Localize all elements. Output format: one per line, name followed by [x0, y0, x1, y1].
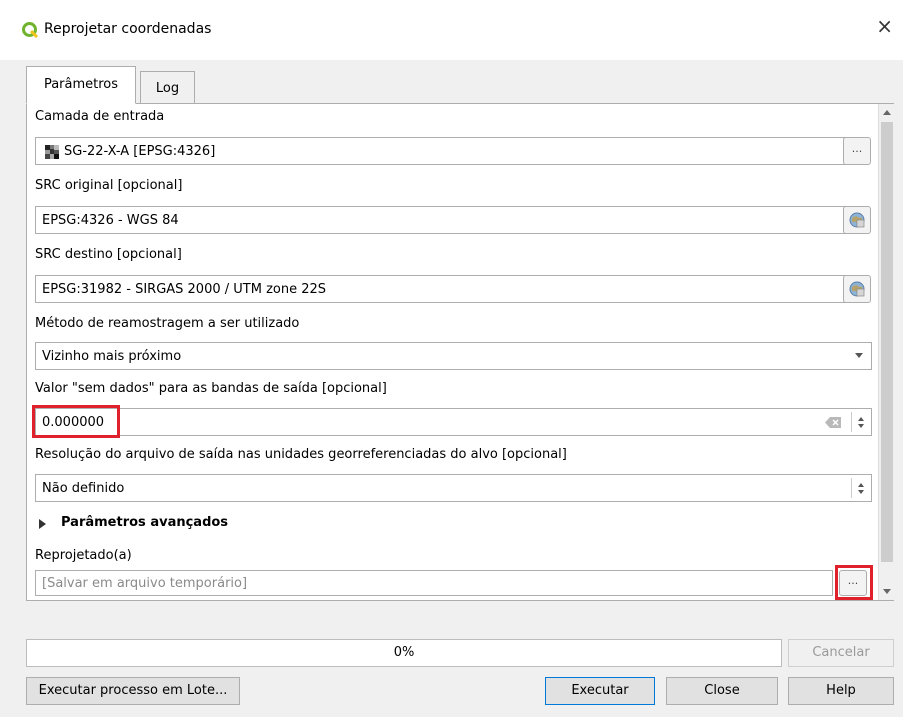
input-layer-browse-button[interactable]: ... [843, 137, 871, 165]
spin-up-icon[interactable] [858, 483, 864, 487]
scroll-down-icon[interactable] [883, 589, 891, 594]
target-crs-label: SRC destino [opcional] [35, 247, 182, 262]
source-crs-combo[interactable]: EPSG:4326 - WGS 84 [35, 206, 868, 234]
qgis-logo-icon [22, 22, 38, 38]
parameters-panel: Camada de entrada SG-22-X-A [EPSG:4326] … [26, 103, 894, 601]
raster-layer-icon [45, 145, 59, 159]
source-crs-value: EPSG:4326 - WGS 84 [42, 213, 179, 228]
source-crs-select-button[interactable] [843, 206, 871, 234]
spinbox-divider [851, 478, 852, 498]
panel-scrollbar[interactable] [878, 104, 894, 600]
close-button[interactable]: Close [666, 677, 778, 705]
tab-log[interactable]: Log [140, 71, 195, 104]
resampling-value: Vizinho mais próximo [42, 349, 182, 364]
globe-icon [849, 281, 865, 297]
scroll-up-icon[interactable] [883, 110, 891, 115]
resampling-label: Método de reamostragem a ser utilizado [35, 316, 300, 331]
chevron-down-icon [855, 353, 863, 358]
nodata-spinbox[interactable]: 0.000000 [35, 408, 872, 436]
close-icon[interactable]: × [876, 16, 893, 36]
window-title: Reprojetar coordenadas [44, 21, 212, 37]
input-layer-combo[interactable]: SG-22-X-A [EPSG:4326] [35, 137, 868, 165]
globe-icon [849, 212, 865, 228]
expand-arrow-icon [39, 519, 46, 529]
output-placeholder: [Salvar em arquivo temporário] [42, 576, 248, 591]
input-layer-value: SG-22-X-A [EPSG:4326] [64, 144, 216, 159]
target-crs-select-button[interactable] [843, 275, 871, 303]
highlight-box-nodata [32, 405, 120, 438]
output-label: Reprojetado(a) [35, 548, 132, 563]
target-crs-combo[interactable]: EPSG:31982 - SIRGAS 2000 / UTM zone 22S [35, 275, 868, 303]
resampling-combo[interactable]: Vizinho mais próximo [35, 342, 872, 370]
tab-parametros[interactable]: Parâmetros [26, 66, 136, 104]
run-button[interactable]: Executar [545, 677, 655, 705]
help-button[interactable]: Help [788, 677, 894, 705]
title-bar: Reprojetar coordenadas × [0, 0, 903, 60]
resolution-label: Resolução do arquivo de saída nas unidad… [35, 447, 567, 462]
spin-down-icon[interactable] [858, 490, 864, 494]
spin-down-icon[interactable] [858, 424, 864, 428]
progress-bar: 0% [26, 639, 782, 667]
cancel-button[interactable]: Cancelar [788, 639, 894, 667]
output-file-field[interactable]: [Salvar em arquivo temporário] [35, 570, 833, 596]
input-layer-label: Camada de entrada [35, 109, 165, 124]
spinbox-divider [851, 412, 852, 432]
scroll-thumb[interactable] [881, 122, 893, 562]
spin-up-icon[interactable] [858, 417, 864, 421]
source-crs-label: SRC original [opcional] [35, 178, 183, 193]
resolution-value: Não definido [42, 481, 125, 496]
target-crs-value: EPSG:31982 - SIRGAS 2000 / UTM zone 22S [42, 282, 327, 297]
clear-icon[interactable] [825, 417, 841, 428]
resolution-spinbox[interactable]: Não definido [35, 474, 872, 502]
progress-text: 0% [393, 645, 415, 660]
advanced-parameters-label: Parâmetros avançados [61, 515, 229, 530]
batch-process-button[interactable]: Executar processo em Lote... [26, 677, 240, 705]
highlight-box-output-button [835, 565, 873, 600]
nodata-label: Valor "sem dados" para as bandas de saíd… [35, 381, 387, 396]
